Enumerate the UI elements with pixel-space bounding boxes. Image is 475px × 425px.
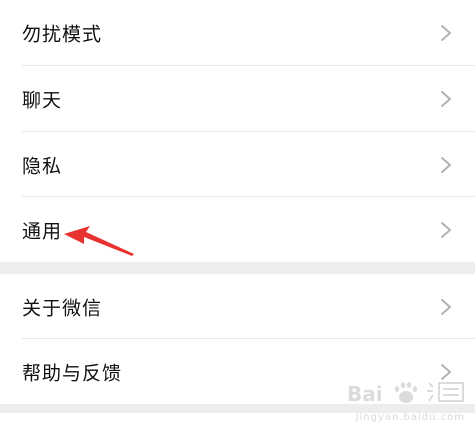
settings-item-about-wechat[interactable]: 关于微信 [0, 274, 475, 339]
settings-item-chat[interactable]: 聊天 [0, 66, 475, 131]
chevron-right-icon [441, 24, 451, 41]
red-arrow-icon [64, 226, 134, 256]
settings-item-label: 通用 [22, 220, 63, 242]
settings-item-label: 勿扰模式 [22, 23, 103, 45]
settings-item-label: 帮助与反馈 [22, 362, 123, 384]
settings-item-label: 聊天 [22, 89, 63, 111]
watermark-subtext: jingyan.baidu.com [355, 412, 465, 423]
baidu-watermark-logo: Bai [347, 382, 464, 406]
svg-text:Bai: Bai [347, 382, 383, 406]
chevron-right-icon [441, 90, 451, 107]
chevron-right-icon [441, 221, 451, 238]
settings-item-label: 隐私 [22, 155, 63, 177]
chevron-right-icon [441, 298, 451, 315]
settings-item-do-not-disturb[interactable]: 勿扰模式 [0, 0, 475, 65]
settings-item-label: 关于微信 [22, 297, 103, 319]
settings-item-privacy[interactable]: 隐私 [0, 132, 475, 197]
chevron-right-icon [441, 156, 451, 173]
settings-screen: 勿扰模式 聊天 隐私 通用 关于微信 帮助与反馈 Bai jingyan.bai… [0, 0, 475, 425]
